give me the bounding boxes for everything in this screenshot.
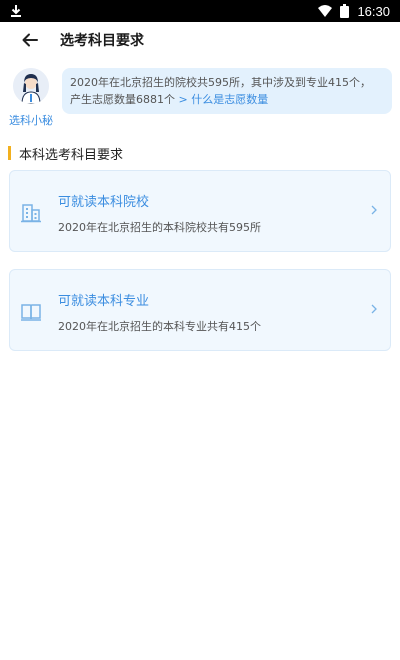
book-icon: [21, 304, 41, 321]
back-arrow-icon: [22, 33, 38, 47]
battery-icon: [340, 4, 350, 18]
page-title: 选考科目要求: [60, 33, 144, 49]
status-right: 16:30: [318, 4, 390, 19]
card-title: 可就读本科专业: [58, 294, 150, 309]
section-title: 本科选考科目要求: [19, 147, 124, 163]
assistant-message-line1: 2020年在北京招生的院校共595所，其中涉及到专业415个，: [70, 76, 371, 89]
section-header: 本科选考科目要求: [8, 144, 124, 163]
card-subtitle: 2020年在北京招生的本科专业共有415个: [58, 320, 261, 333]
assistant-name: 选科小秘: [9, 114, 53, 127]
back-button[interactable]: [12, 22, 48, 58]
status-bar: 16:30: [0, 0, 400, 22]
chevron-right-icon: [371, 205, 377, 215]
assistant-panel: 选科小秘 2020年在北京招生的院校共595所，其中涉及到专业415个， 产生志…: [0, 64, 400, 134]
avatar: [13, 68, 49, 104]
status-left: [10, 4, 22, 18]
app-bar: 选考科目要求: [0, 22, 400, 58]
building-icon: [21, 204, 41, 223]
card-subtitle: 2020年在北京招生的本科院校共有595所: [58, 221, 261, 234]
card-eligible-colleges[interactable]: 可就读本科院校 2020年在北京招生的本科院校共有595所: [9, 170, 391, 252]
assistant-message-bubble: 2020年在北京招生的院校共595所，其中涉及到专业415个， 产生志愿数量68…: [62, 68, 392, 114]
card-title: 可就读本科院校: [58, 195, 150, 210]
wifi-icon: [318, 5, 333, 17]
assistant-avatar-icon: [13, 68, 49, 104]
assistant-message-line2-row: 产生志愿数量6881个 > 什么是志愿数量: [70, 91, 384, 108]
assistant-message-line2: 产生志愿数量6881个: [70, 93, 175, 106]
status-time: 16:30: [357, 3, 390, 19]
chevron-right-icon: [371, 304, 377, 314]
assistant-avatar-wrap: 选科小秘: [9, 68, 53, 128]
download-icon: [11, 5, 21, 17]
section-accent-bar: [8, 146, 11, 160]
what-is-volunteer-count-link[interactable]: > 什么是志愿数量: [179, 93, 269, 106]
card-eligible-majors[interactable]: 可就读本科专业 2020年在北京招生的本科专业共有415个: [9, 269, 391, 351]
